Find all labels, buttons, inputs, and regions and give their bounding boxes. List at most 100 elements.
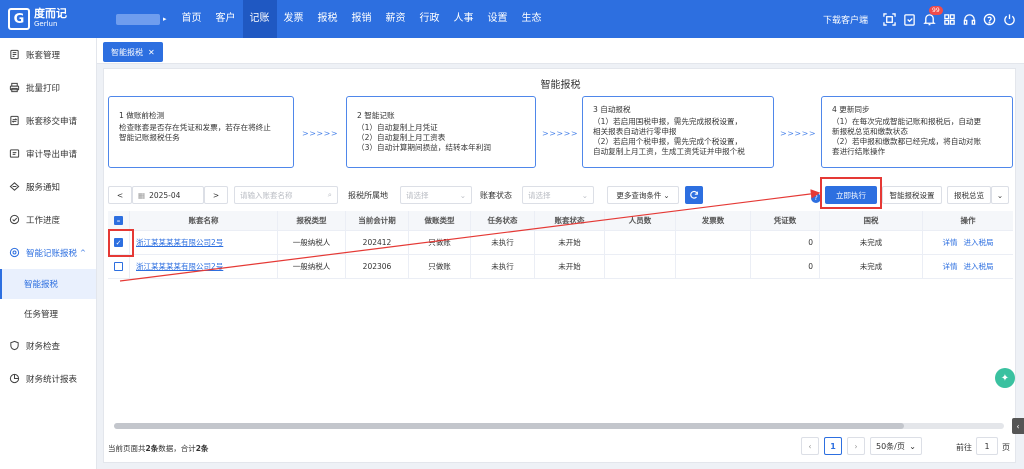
- grid-icon[interactable]: [942, 12, 956, 26]
- clipboard-icon[interactable]: [902, 12, 916, 26]
- national-tax-cell: 未完成: [820, 255, 923, 278]
- ledger-icon: [8, 49, 20, 61]
- collapse-panel-button[interactable]: ‹: [1012, 418, 1024, 434]
- enter-tax-bureau-link[interactable]: 进入税局: [964, 261, 994, 272]
- search-icon: ⌕: [327, 190, 332, 199]
- logo[interactable]: G 度而记 Gerlun: [8, 8, 88, 30]
- detail-link[interactable]: 详情: [943, 237, 958, 248]
- nav-bookkeeping[interactable]: 记账: [242, 0, 277, 38]
- col-header: 发票数: [676, 211, 751, 230]
- account-name-link[interactable]: 浙江某某某某有限公司2号: [136, 237, 223, 248]
- help-icon[interactable]: [982, 12, 996, 26]
- period-picker[interactable]: ▦ 2025-04: [132, 186, 204, 204]
- scrollbar-thumb[interactable]: [114, 423, 904, 429]
- next-period-button[interactable]: >: [204, 186, 228, 204]
- horizontal-scrollbar[interactable]: [114, 423, 1004, 429]
- sidebar-item-transfer[interactable]: 账套移交申请: [0, 104, 96, 137]
- more-filters-button[interactable]: 更多查询条件 ⌄: [607, 186, 679, 204]
- table-header: – 账套名称 报税类型 当前会计期 做账类型 任务状态 账套状态 人员数 发票数…: [108, 211, 1013, 231]
- step-arrow: >>>>>: [542, 129, 579, 138]
- close-icon[interactable]: ✕: [148, 48, 155, 57]
- detail-link[interactable]: 详情: [943, 261, 958, 272]
- sidebar-item-smart-tax[interactable]: 智能记账报税 ^: [0, 236, 96, 269]
- col-header: 做账类型: [409, 211, 471, 230]
- nav-customer[interactable]: 客户: [209, 0, 243, 38]
- step-arrow: >>>>>: [302, 129, 339, 138]
- sidebar-item-finance-check[interactable]: 财务检查: [0, 329, 96, 362]
- prev-period-button[interactable]: <: [108, 186, 132, 204]
- check-icon: [8, 340, 20, 352]
- status-select[interactable]: 请选择 ⌄: [522, 186, 594, 204]
- col-header: 国税: [820, 211, 923, 230]
- col-header: 账套名称: [130, 211, 278, 230]
- sidebar-item-report[interactable]: 财务统计报表: [0, 362, 96, 395]
- nav-invoice[interactable]: 发票: [277, 0, 311, 38]
- voucher-cell: 0: [751, 255, 820, 278]
- sidebar-sub-smart-tax[interactable]: 智能报税: [0, 269, 96, 299]
- sidebar-item-print[interactable]: 批量打印: [0, 71, 96, 104]
- tax-overview-button[interactable]: 报税总览: [947, 186, 991, 204]
- prev-page-button[interactable]: ‹: [801, 437, 819, 455]
- table-row: ✓ 浙江某某某某有限公司2号 一般纳税人 202412 只做账 未执行 未开始 …: [108, 231, 1013, 255]
- tax-type-cell: 一般纳税人: [278, 231, 346, 254]
- nav-admin[interactable]: 行政: [413, 0, 447, 38]
- select-all-checkbox[interactable]: –: [114, 216, 123, 225]
- download-client-link[interactable]: 下载客户端: [823, 13, 868, 26]
- scan-icon[interactable]: [882, 12, 896, 26]
- caret-right-icon[interactable]: ▸: [163, 15, 167, 23]
- sidebar-item-notice[interactable]: 服务通知: [0, 170, 96, 203]
- sidebar-sub-task[interactable]: 任务管理: [0, 299, 96, 329]
- refresh-icon: [690, 190, 698, 199]
- nav-settings[interactable]: 设置: [481, 0, 515, 38]
- progress-icon: [8, 214, 20, 226]
- page-size-select[interactable]: 50条/页 ⌄: [870, 437, 922, 455]
- page-number-button[interactable]: 1: [824, 437, 842, 455]
- nav-salary[interactable]: 薪资: [379, 0, 413, 38]
- assistant-float-button[interactable]: ✦: [995, 368, 1015, 388]
- sidebar-item-progress[interactable]: 工作进度: [0, 203, 96, 236]
- report-icon: [8, 373, 20, 385]
- chevron-down-icon: ⌄: [663, 190, 670, 200]
- invoice-cell: [676, 255, 751, 278]
- printer-icon: [8, 82, 20, 94]
- company-switcher[interactable]: [116, 13, 160, 25]
- nav-reimburse[interactable]: 报销: [345, 0, 379, 38]
- nav-home[interactable]: 首页: [175, 0, 209, 38]
- nav-ecosystem[interactable]: 生态: [515, 0, 549, 38]
- goto-page-input[interactable]: 1: [976, 437, 998, 455]
- enter-tax-bureau-link[interactable]: 进入税局: [964, 237, 994, 248]
- col-header: 当前会计期: [346, 211, 409, 230]
- invoice-cell: [676, 231, 751, 254]
- next-page-button[interactable]: ›: [847, 437, 865, 455]
- sidebar-item-audit[interactable]: 审计导出申请: [0, 137, 96, 170]
- tab-bar: 智能报税 ✕: [97, 38, 1024, 64]
- bell-icon[interactable]: 99: [922, 6, 943, 26]
- refresh-button[interactable]: [685, 186, 703, 204]
- search-input[interactable]: 请输入账套名称 ⌕: [234, 186, 338, 204]
- logo-name-en: Gerlun: [34, 20, 58, 28]
- nav-tax[interactable]: 报税: [311, 0, 345, 38]
- smart-tax-settings-button[interactable]: 智能报税设置: [882, 186, 942, 204]
- region-select[interactable]: 请选择 ⌄: [400, 186, 472, 204]
- pagination-summary: 当前页面共2条数据，合计2条: [108, 444, 209, 453]
- row-checkbox[interactable]: [114, 262, 123, 271]
- power-icon[interactable]: [1002, 12, 1016, 26]
- notification-badge: 99: [929, 6, 943, 15]
- headset-icon[interactable]: [962, 12, 976, 26]
- col-header: 操作: [960, 216, 976, 225]
- chevron-down-icon: ⌄: [581, 190, 588, 200]
- audit-icon: [8, 148, 20, 160]
- tab-smart-tax[interactable]: 智能报税 ✕: [103, 42, 163, 62]
- nav-hr[interactable]: 人事: [447, 0, 481, 38]
- account-name-link[interactable]: 浙江某某某某有限公司2号: [136, 261, 223, 272]
- step-arrow: >>>>>: [780, 129, 817, 138]
- step-card-2: 2 智能记账 （1）自动复制上月凭证 （2）自动复制上月工资表 （3）自动计算期…: [346, 96, 536, 168]
- people-cell: [605, 231, 676, 254]
- overview-dropdown-button[interactable]: ⌄: [991, 186, 1009, 204]
- step-card-4: 4 更新同步 （1）在每次完成智能记账和报税后，自动更 新报税总览和缴款状态 （…: [821, 96, 1013, 168]
- sidebar-item-ledger[interactable]: 账套管理: [0, 38, 96, 71]
- period-cell: 202412: [346, 231, 409, 254]
- mode-cell: 只做账: [409, 231, 471, 254]
- account-status-cell: 未开始: [535, 231, 605, 254]
- people-cell: [605, 255, 676, 278]
